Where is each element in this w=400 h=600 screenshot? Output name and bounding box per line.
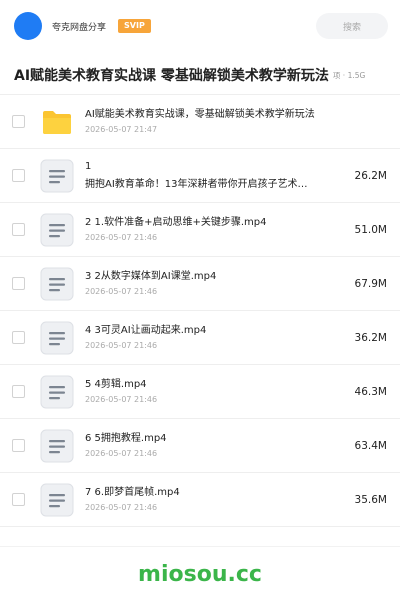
user-name: 夸克网盘分享: [52, 22, 107, 33]
row-checkbox[interactable]: [12, 223, 25, 236]
item-size: 36.2M: [354, 331, 387, 344]
document-icon: [39, 212, 75, 248]
item-date: 2026-05-07 21:46: [85, 395, 158, 404]
header: 夸克网盘分享 SVIP 搜索: [0, 0, 400, 52]
watermark: miosou.cc: [138, 562, 262, 587]
document-icon: [39, 158, 75, 194]
document-icon: [39, 266, 75, 302]
item-name: 4 3可灵AI让画动起来.mp4: [85, 325, 207, 336]
row-checkbox[interactable]: [12, 331, 25, 344]
file-row[interactable]: 3 2从数字媒体到AI课堂.mp4 2026-05-07 21:46 67.9M: [0, 257, 400, 311]
item-info: 2 1.软件准备+启动思维+关键步骤.mp4 2026-05-07 21:46: [85, 216, 343, 243]
file-row[interactable]: 4 3可灵AI让画动起来.mp4 2026-05-07 21:46 36.2M: [0, 311, 400, 365]
page-title: AI赋能美术教育实战课 零基础解锁美术教学新玩法: [14, 68, 329, 84]
folder-icon: [39, 104, 75, 140]
file-row[interactable]: 5 4剪辑.mp4 2026-05-07 21:46 46.3M: [0, 365, 400, 419]
item-size: 26.2M: [354, 169, 387, 182]
row-checkbox[interactable]: [12, 277, 25, 290]
item-name: AI赋能美术教育实战课，零基础解锁美术教学新玩法: [85, 109, 315, 120]
item-name: 6 5拥抱教程.mp4: [85, 433, 167, 444]
row-checkbox[interactable]: [12, 493, 25, 506]
item-info: 6 5拥抱教程.mp4 2026-05-07 21:46: [85, 432, 343, 459]
file-row[interactable]: 1 拥抱AI教育革命！13年深耕者带你开启孩子艺术… 26.2M: [0, 149, 400, 203]
item-date: 2026-05-07 21:46: [85, 341, 158, 350]
folder-meta: 项 · 1.5G: [332, 70, 366, 80]
item-info: AI赋能美术教育实战课，零基础解锁美术教学新玩法 2026-05-07 21:47: [85, 108, 343, 135]
item-size: 67.9M: [354, 277, 387, 290]
search-placeholder: 搜索: [342, 22, 361, 33]
item-date: 2026-05-07 21:47: [85, 125, 158, 134]
avatar[interactable]: [14, 12, 42, 40]
divider: [0, 546, 400, 547]
row-checkbox[interactable]: [12, 115, 25, 128]
search-input[interactable]: 搜索: [316, 13, 388, 39]
item-info: 4 3可灵AI让画动起来.mp4 2026-05-07 21:46: [85, 324, 343, 351]
document-icon: [39, 374, 75, 410]
item-name: 7 6.即梦首尾帧.mp4: [85, 487, 180, 498]
file-row[interactable]: 6 5拥抱教程.mp4 2026-05-07 21:46 63.4M: [0, 419, 400, 473]
item-info: 7 6.即梦首尾帧.mp4 2026-05-07 21:46: [85, 486, 343, 513]
svip-badge: SVIP: [118, 19, 151, 33]
item-size: 63.4M: [354, 439, 387, 452]
item-info: 3 2从数字媒体到AI课堂.mp4 2026-05-07 21:46: [85, 270, 343, 297]
row-checkbox[interactable]: [12, 385, 25, 398]
item-size: 46.3M: [354, 385, 387, 398]
item-size: 35.6M: [354, 493, 387, 506]
item-name: 5 4剪辑.mp4: [85, 379, 147, 390]
item-name: 2 1.软件准备+启动思维+关键步骤.mp4: [85, 217, 267, 228]
document-icon: [39, 482, 75, 518]
item-info: 5 4剪辑.mp4 2026-05-07 21:46: [85, 378, 343, 405]
row-checkbox[interactable]: [12, 169, 25, 182]
item-name: 1: [85, 160, 92, 172]
document-icon: [39, 428, 75, 464]
folder-row[interactable]: AI赋能美术教育实战课，零基础解锁美术教学新玩法 2026-05-07 21:47: [0, 95, 400, 149]
document-icon: [39, 320, 75, 356]
item-info: 1 拥抱AI教育革命！13年深耕者带你开启孩子艺术…: [85, 160, 343, 192]
item-name: 3 2从数字媒体到AI课堂.mp4: [85, 271, 217, 282]
item-name-line2: 拥抱AI教育革命！13年深耕者带你开启孩子艺术…: [85, 178, 308, 190]
item-date: 2026-05-07 21:46: [85, 287, 158, 296]
folder-title-row: AI赋能美术教育实战课 零基础解锁美术教学新玩法 项 · 1.5G: [0, 62, 400, 88]
item-date: 2026-05-07 21:46: [85, 233, 158, 242]
item-date: 2026-05-07 21:46: [85, 503, 158, 512]
item-date: 2026-05-07 21:46: [85, 449, 158, 458]
file-row[interactable]: 2 1.软件准备+启动思维+关键步骤.mp4 2026-05-07 21:46 51…: [0, 203, 400, 257]
item-size: 51.0M: [354, 223, 387, 236]
file-list: AI赋能美术教育实战课，零基础解锁美术教学新玩法 2026-05-07 21:47…: [0, 94, 400, 527]
file-row[interactable]: 7 6.即梦首尾帧.mp4 2026-05-07 21:46 35.6M: [0, 473, 400, 527]
row-checkbox[interactable]: [12, 439, 25, 452]
